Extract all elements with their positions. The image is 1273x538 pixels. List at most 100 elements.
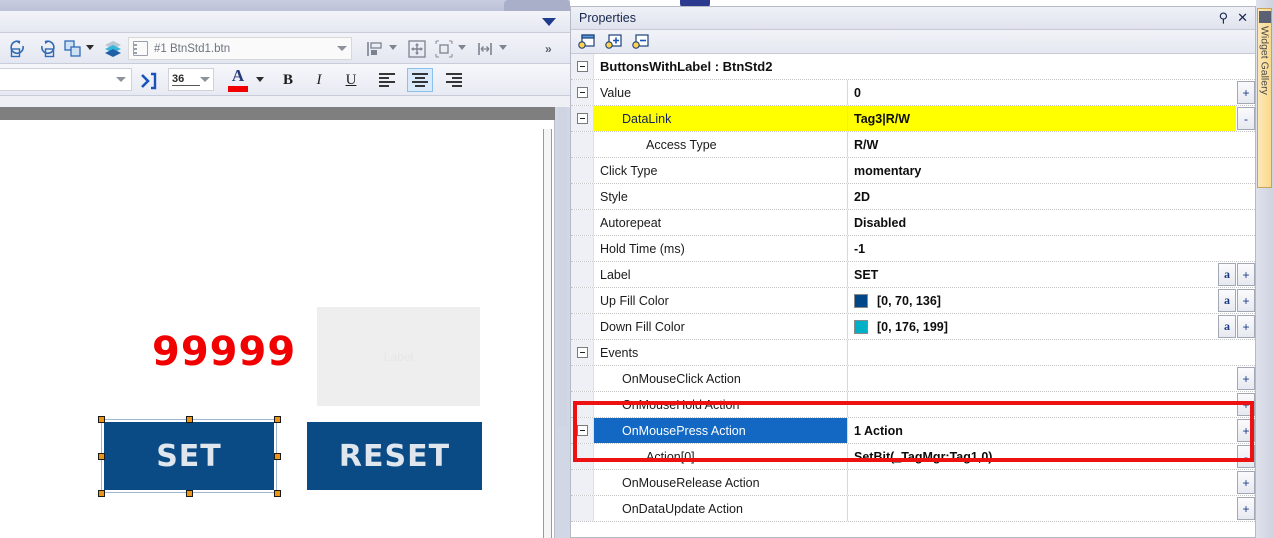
italic-button[interactable]: I [307, 68, 331, 92]
property-value[interactable] [848, 366, 1236, 391]
font-color-dropdown-caret-icon[interactable] [256, 77, 264, 82]
resize-handle-sw[interactable] [98, 490, 105, 497]
reset-button-object[interactable]: RESET [307, 422, 482, 490]
collapse-expander-icon[interactable] [576, 113, 588, 124]
collapse-expander-icon[interactable] [576, 61, 588, 72]
property-alias-button[interactable]: a [1218, 315, 1236, 338]
close-icon[interactable]: ✕ [1237, 10, 1248, 25]
indent-icon[interactable] [136, 68, 161, 93]
property-add-button[interactable]: + [1237, 497, 1255, 520]
property-pages-icon[interactable] [576, 32, 598, 52]
chevron-down-icon[interactable] [200, 77, 210, 82]
resize-handle-ne[interactable] [274, 416, 281, 423]
property-value[interactable]: 2D [848, 184, 1255, 209]
property-value[interactable]: Tag3|R/W [848, 106, 1236, 131]
object-selector[interactable]: #1 BtnStd1.btn [128, 37, 352, 60]
property-row[interactable]: Autorepeat Disabled [571, 210, 1255, 236]
property-row[interactable]: Hold Time (ms) -1 [571, 236, 1255, 262]
chevron-down-icon[interactable] [116, 77, 126, 82]
numeric-display-object[interactable]: 99999 [152, 329, 296, 375]
align-right-icon[interactable] [441, 68, 467, 92]
collapse-expander-icon[interactable] [576, 347, 588, 358]
bold-button[interactable]: B [276, 68, 300, 92]
property-remove-button[interactable]: - [1237, 445, 1255, 468]
font-color-button[interactable]: A [225, 66, 251, 93]
resize-handle-w[interactable] [98, 453, 105, 460]
property-value[interactable]: Disabled [848, 210, 1255, 235]
property-add-button[interactable]: + [1237, 315, 1255, 338]
property-row[interactable]: OnMouseHold Action + [571, 392, 1255, 418]
resize-handle-n[interactable] [186, 416, 193, 423]
rotate-right-icon[interactable] [33, 36, 58, 61]
distribute-objects-icon[interactable] [431, 36, 456, 61]
scrollbar-thumb[interactable] [558, 107, 567, 427]
property-row[interactable]: DataLink Tag3|R/W - [571, 106, 1255, 132]
property-row[interactable]: OnMouseRelease Action + [571, 470, 1255, 496]
property-add-button[interactable]: + [1237, 81, 1255, 104]
property-row[interactable]: Up Fill Color [0, 70, 136] a + [571, 288, 1255, 314]
spacing-dropdown-caret-icon[interactable] [499, 45, 507, 50]
property-alias-button[interactable]: a [1218, 289, 1236, 312]
property-value[interactable]: SetBit(_TagMgr:Tag1,0) [848, 444, 1236, 469]
document-tab[interactable] [504, 0, 570, 11]
property-add-button[interactable]: + [1237, 471, 1255, 494]
align-objects-icon[interactable] [362, 36, 387, 61]
chevron-down-icon[interactable] [337, 46, 347, 51]
property-row[interactable]: Click Type momentary [571, 158, 1255, 184]
property-row[interactable]: Value 0 + [571, 80, 1255, 106]
send-to-back-icon[interactable] [100, 36, 125, 61]
distribute-dropdown-caret-icon[interactable] [458, 45, 466, 50]
label-placeholder-object[interactable]: Label [317, 307, 480, 406]
group-objects-icon[interactable] [60, 36, 85, 61]
property-value[interactable] [848, 340, 1255, 365]
property-value[interactable]: SET [848, 262, 1217, 287]
property-value[interactable]: 1 Action [848, 418, 1236, 443]
align-left-icon[interactable] [374, 68, 400, 92]
properties-object-header-row[interactable]: ButtonsWithLabel : BtnStd2 [571, 54, 1255, 80]
font-name-select[interactable] [0, 68, 132, 91]
rotate-left-icon[interactable] [6, 36, 31, 61]
resize-handle-e[interactable] [274, 453, 281, 460]
resize-handle-se[interactable] [274, 490, 281, 497]
property-alias-button[interactable]: a [1218, 263, 1236, 286]
collapse-all-icon[interactable] [630, 32, 652, 52]
property-row[interactable]: Events [571, 340, 1255, 366]
property-row[interactable]: Action[0] SetBit(_TagMgr:Tag1,0) - [571, 444, 1255, 470]
expand-all-icon[interactable] [603, 32, 625, 52]
property-row[interactable]: OnMouseClick Action + [571, 366, 1255, 392]
property-value[interactable]: -1 [848, 236, 1255, 261]
group-dropdown-caret-icon[interactable] [86, 45, 94, 50]
set-button-object[interactable]: SET [104, 422, 274, 490]
property-value[interactable] [848, 392, 1236, 417]
chevron-down-icon[interactable] [542, 18, 556, 26]
properties-grid[interactable]: ButtonsWithLabel : BtnStd2 Value 0 + DataLin… [571, 54, 1255, 537]
resize-handle-s[interactable] [186, 490, 193, 497]
property-value[interactable]: R/W [848, 132, 1255, 157]
property-value[interactable] [848, 496, 1236, 521]
property-add-button[interactable]: + [1237, 289, 1255, 312]
property-add-button[interactable]: + [1237, 367, 1255, 390]
screen-canvas[interactable]: 99999 Label SET RESET [0, 120, 555, 538]
resize-handle-nw[interactable] [98, 416, 105, 423]
property-remove-button[interactable]: - [1237, 107, 1255, 130]
pin-icon[interactable]: ⚲ [1219, 10, 1229, 25]
spacing-objects-icon[interactable] [472, 36, 497, 61]
property-row[interactable]: Down Fill Color [0, 176, 199] a + [571, 314, 1255, 340]
property-row[interactable]: Access Type R/W [571, 132, 1255, 158]
underline-button[interactable]: U [339, 68, 363, 92]
resize-objects-icon[interactable] [404, 36, 429, 61]
widget-gallery-tab[interactable]: Widget Gallery [1257, 8, 1272, 188]
property-add-button[interactable]: + [1237, 419, 1255, 442]
property-value[interactable]: [0, 176, 199] [848, 314, 1217, 339]
canvas-inner-scrollbar[interactable] [543, 129, 552, 538]
property-row[interactable]: OnDataUpdate Action + [571, 496, 1255, 522]
canvas-vertical-scrollbar[interactable] [555, 107, 570, 538]
property-add-button[interactable]: + [1237, 263, 1255, 286]
color-swatch[interactable] [854, 319, 868, 334]
font-size-select[interactable]: 36 [168, 68, 214, 91]
property-row[interactable]: Label SET a + [571, 262, 1255, 288]
property-row[interactable]: Style 2D [571, 184, 1255, 210]
property-value[interactable] [848, 470, 1236, 495]
color-swatch[interactable] [854, 293, 868, 308]
toolbar-overflow-button[interactable]: » [545, 42, 552, 56]
